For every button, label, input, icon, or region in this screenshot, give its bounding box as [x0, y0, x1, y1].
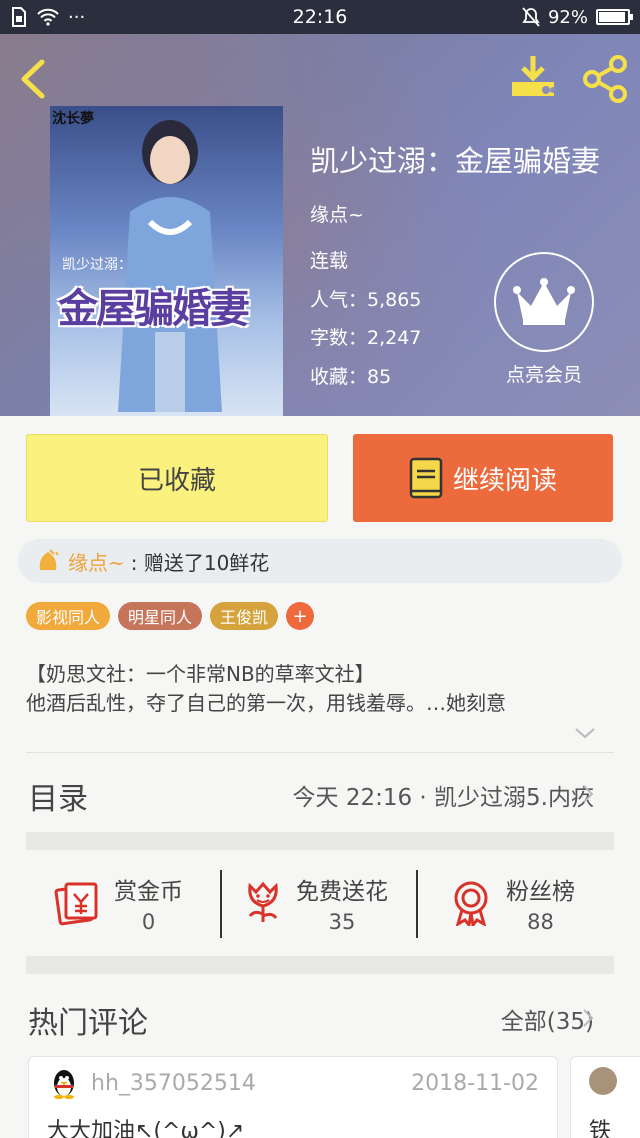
download-icon[interactable]: [508, 54, 558, 100]
synopsis[interactable]: 【奶思文社：一个非常NB的草率文社】 他酒后乱性，夺了自己的第一次，用钱羞辱。……: [26, 660, 616, 718]
member-circle: [494, 252, 594, 352]
toc-label[interactable]: 目录: [28, 774, 88, 818]
comment-card[interactable]: 铁: [570, 1056, 640, 1138]
stat-divider: [220, 870, 222, 938]
toc-latest-chapter[interactable]: 今天 22:16 · 凯少过溺5.内疚: [293, 778, 594, 812]
free-flowers[interactable]: 免费送花 35: [244, 868, 434, 938]
stat-divider: [416, 870, 418, 938]
book-header: 沈长夢 凯少过溺： 金屋骗婚妻 凯少过溺：金屋骗婚妻 缘点~ 连载 人气：5,8…: [0, 34, 640, 416]
book-favorites: 收藏：85: [310, 366, 392, 388]
avatar: [589, 1067, 617, 1095]
book-status: 连载: [310, 250, 349, 272]
book-author[interactable]: 缘点~: [310, 200, 364, 227]
qq-penguin-icon: [54, 1070, 74, 1099]
stat-label: 粉丝榜: [506, 879, 575, 905]
gift-bell-icon: [39, 549, 59, 570]
book-cover[interactable]: 沈长夢 凯少过溺： 金屋骗婚妻: [50, 106, 283, 416]
battery-text: 92%: [547, 6, 588, 28]
comment-text: 铁: [589, 1119, 612, 1138]
chevron-right-icon[interactable]: [582, 784, 594, 804]
tag-list: 影视同人 明星同人 王俊凯 +: [26, 602, 315, 630]
stat-text: 粉丝榜 88: [506, 872, 575, 934]
medal-icon: [454, 881, 488, 926]
crown-icon: [513, 278, 575, 325]
status-dots: ···: [68, 6, 86, 28]
comment-card[interactable]: hh_357052514 2018-11-02 大大加油↖(^ω^)↗: [28, 1056, 558, 1138]
synopsis-line: 他酒后乱性，夺了自己的第一次，用钱羞辱。…她刻意: [26, 691, 506, 715]
tag-item[interactable]: 王俊凯: [210, 602, 279, 630]
battery-fill: [599, 12, 625, 22]
battery-icon: [596, 9, 633, 25]
status-left: ···: [10, 7, 210, 28]
gift-notice[interactable]: 缘点~ : 赠送了10鲜花: [18, 539, 622, 583]
stat-label: 免费送花: [296, 879, 388, 905]
synopsis-line: 【奶思文社：一个非常NB的草率文社】: [26, 662, 375, 686]
flower-icon: [248, 881, 278, 922]
stat-text: 免费送花 35: [296, 872, 388, 934]
chevron-left-icon[interactable]: [14, 56, 54, 102]
collected-button[interactable]: 已收藏: [26, 434, 328, 522]
status-right: 92%: [430, 6, 633, 28]
cover-subtitle: 凯少过溺：: [62, 257, 132, 273]
continue-reading-label: 继续阅读: [452, 465, 557, 496]
tag-item[interactable]: 影视同人: [26, 602, 111, 630]
stat-text: 赏金币 0: [114, 872, 183, 934]
gift-user[interactable]: 缘点~: [68, 547, 125, 576]
hot-comments-title: 热门评论: [28, 1006, 148, 1041]
chevron-down-icon[interactable]: [574, 726, 596, 740]
section-separator: [26, 832, 614, 850]
share-icon[interactable]: [580, 54, 630, 104]
gift-text: : 赠送了10鲜花: [130, 550, 270, 575]
collected-label: 已收藏: [137, 465, 216, 496]
book-popularity: 人气：5,865: [310, 289, 422, 311]
chevron-right-icon[interactable]: [582, 1008, 594, 1028]
member-button[interactable]: 点亮会员: [492, 252, 596, 387]
reward-coins[interactable]: 赏金币 0: [54, 868, 244, 938]
add-tag-button[interactable]: +: [286, 602, 315, 630]
status-bar: ··· 22:16 92%: [0, 0, 640, 34]
tag-item[interactable]: 明星同人: [118, 602, 203, 630]
mute-icon: [522, 7, 540, 27]
member-label: 点亮会员: [505, 364, 582, 386]
section-separator: [26, 956, 614, 974]
red-envelope-icon: [54, 882, 98, 926]
divider: [26, 752, 614, 753]
comment-username[interactable]: hh_357052514: [91, 1071, 256, 1096]
wifi-icon: [37, 8, 59, 26]
book-word-count: 字数：2,247: [310, 327, 422, 349]
fan-ranking[interactable]: 粉丝榜 88: [450, 868, 640, 938]
status-time: 22:16: [292, 6, 348, 28]
cover-title: 金屋骗婚妻: [58, 285, 250, 332]
continue-reading-button[interactable]: 继续阅读: [353, 434, 613, 522]
comment-date: 2018-11-02: [411, 1071, 539, 1096]
stat-value: 88: [527, 910, 554, 934]
stat-label: 赏金币: [114, 879, 183, 905]
book-title: 凯少过溺：金屋骗婚妻: [310, 144, 601, 178]
sim-icon: [12, 7, 26, 27]
stat-value: 0: [141, 910, 156, 934]
book-icon: [409, 457, 443, 499]
comment-text: 大大加油↖(^ω^)↗: [47, 1119, 245, 1138]
all-comments-link[interactable]: 全部(35): [501, 1002, 594, 1036]
stat-value: 35: [328, 910, 356, 934]
cover-watermark: 沈长夢: [52, 111, 94, 127]
